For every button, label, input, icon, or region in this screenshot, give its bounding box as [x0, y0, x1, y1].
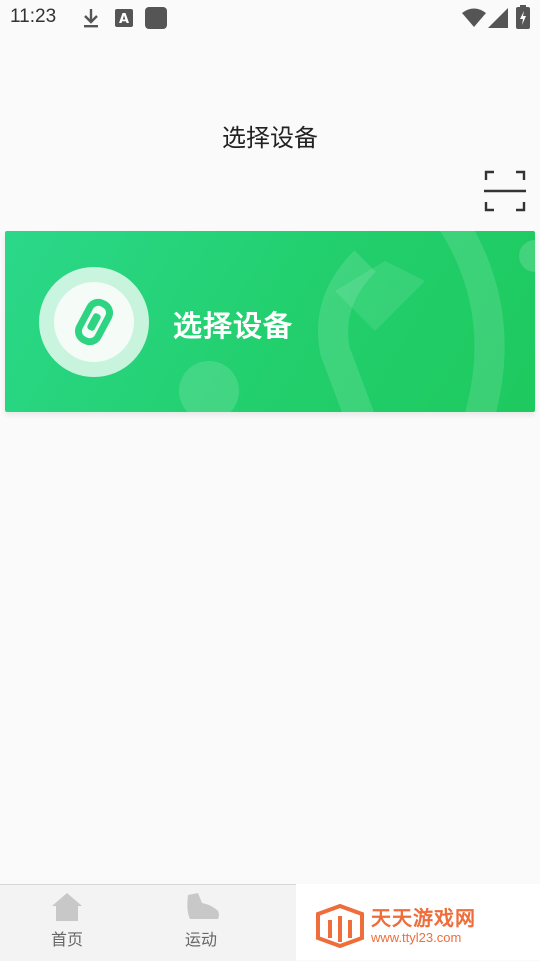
watermark-logo	[316, 904, 364, 948]
download-icon	[84, 9, 98, 28]
tab-home[interactable]: 首页	[2, 885, 132, 961]
tab-sport[interactable]: 运动	[136, 885, 266, 961]
signal-icon	[488, 8, 508, 28]
wifi-icon	[462, 8, 486, 27]
shoe-icon	[187, 893, 219, 919]
device-icon-circle	[39, 267, 149, 377]
select-device-card[interactable]: 选择设备	[5, 231, 535, 412]
app-square-icon	[145, 7, 167, 29]
watermark: 天天游戏网 www.ttyl23.com	[296, 884, 540, 960]
band-icon	[74, 298, 114, 346]
status-time: 11:23	[10, 6, 57, 27]
tab-home-label: 首页	[50, 930, 83, 949]
status-bar: 11:23 A	[0, 0, 540, 36]
select-device-label: 选择设备	[173, 309, 294, 343]
svg-text:A: A	[119, 12, 129, 27]
page-title: 选择设备	[222, 124, 318, 152]
font-a-icon: A	[115, 9, 133, 27]
bottom-nav: 首页 运动	[0, 884, 296, 961]
battery-icon	[516, 5, 530, 29]
home-icon	[52, 893, 82, 921]
watermark-title: 天天游戏网	[371, 906, 476, 930]
tab-sport-label: 运动	[184, 930, 217, 949]
watermark-url: www.ttyl23.com	[371, 930, 462, 945]
scan-icon[interactable]	[484, 170, 526, 212]
